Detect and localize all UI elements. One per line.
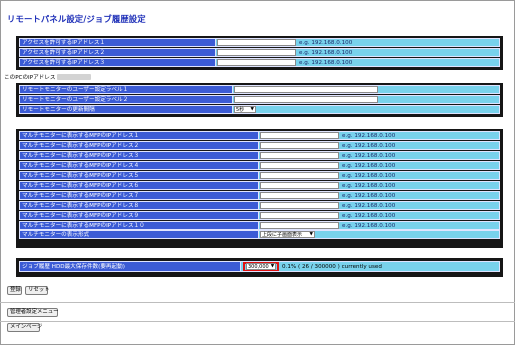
multi-monitor-ip-input[interactable] [260, 182, 339, 189]
access-ip-input-1[interactable] [217, 39, 296, 46]
multi-monitor-ip-row: マルチモニターに表示するMFPのIPアドレス８ e.g. 192.168.0.10… [19, 201, 500, 210]
access-ip-panel: アクセスを許可するIPアドレス１ e.g. 192.168.0.100 アクセス… [16, 36, 503, 70]
multi-monitor-ip-input[interactable] [260, 142, 339, 149]
remote-monitor-panel: リモートモニターのユーザー設定ラベル１ リモートモニターのユーザー設定ラベル２ … [16, 83, 503, 117]
multi-monitor-ip-example: e.g. 192.168.0.100 [342, 212, 396, 219]
multi-monitor-ip-row: マルチモニターに表示するMFPのIPアドレス１０ e.g. 192.168.0.1… [19, 221, 500, 230]
multi-monitor-ip-example: e.g. 192.168.0.100 [342, 132, 396, 139]
page-title: リモートパネル設定/ジョブ履歴設定 [7, 14, 146, 24]
multi-monitor-ip-row: マルチモニターに表示するMFPのIPアドレス７ e.g. 192.168.0.10… [19, 191, 500, 200]
multi-monitor-ip-row: マルチモニターに表示するMFPのIPアドレス２ e.g. 192.168.0.10… [19, 141, 500, 150]
remote-monitor-label2-row: リモートモニターのユーザー設定ラベル２ [19, 95, 500, 104]
multi-monitor-display-row: マルチモニターの表示形式 上段に子画面表示 ▼ [19, 230, 500, 239]
multi-monitor-panel: マルチモニターに表示するMFPのIPアドレス１ e.g. 192.168.0.10… [16, 129, 503, 248]
pc-ip-line: このPCのIPアドレス [4, 73, 92, 81]
remote-monitor-interval-row: リモートモニターの更新間隔 5秒 ▼ [19, 105, 500, 114]
job-history-row: ジョブ履歴 HDD最大保存件数(要再起動) 300,000 ▼ 0.1% ( 2… [19, 261, 500, 272]
multi-monitor-ip-example: e.g. 192.168.0.100 [342, 202, 396, 209]
main-page-button[interactable]: メインページ [7, 323, 42, 332]
multi-monitor-ip-label: マルチモニターに表示するMFPのIPアドレス５ [19, 171, 258, 180]
multi-monitor-ip-label: マルチモニターに表示するMFPのIPアドレス６ [19, 181, 258, 190]
chevron-down-icon: ▼ [250, 107, 254, 112]
remote-monitor-label1-input[interactable] [234, 86, 378, 93]
multi-monitor-ip-row: マルチモニターに表示するMFPのIPアドレス４ e.g. 192.168.0.10… [19, 161, 500, 170]
access-ip-label-1: アクセスを許可するIPアドレス１ [19, 38, 215, 47]
access-ip-example-3: e.g. 192.168.0.100 [299, 59, 353, 66]
multi-monitor-ip-input[interactable] [260, 192, 339, 199]
multi-monitor-ip-row: マルチモニターに表示するMFPのIPアドレス５ e.g. 192.168.0.10… [19, 171, 500, 180]
multi-monitor-ip-label: マルチモニターに表示するMFPのIPアドレス８ [19, 201, 258, 210]
access-ip-label-2: アクセスを許可するIPアドレス２ [19, 48, 215, 57]
remote-monitor-interval-value: 5秒 [236, 107, 245, 113]
multi-monitor-ip-input[interactable] [260, 212, 339, 219]
multi-monitor-ip-row: マルチモニターに表示するMFPのIPアドレス３ e.g. 192.168.0.10… [19, 151, 500, 160]
job-history-max-value: 300,000 [248, 263, 269, 270]
multi-monitor-ip-example: e.g. 192.168.0.100 [342, 192, 396, 199]
job-history-max-select[interactable]: 300,000 ▼ [246, 263, 276, 270]
access-ip-row-3: アクセスを許可するIPアドレス３ e.g. 192.168.0.100 [19, 58, 500, 67]
multi-monitor-ip-input[interactable] [260, 162, 339, 169]
remote-monitor-interval-label: リモートモニターの更新間隔 [19, 105, 232, 114]
access-ip-row-1: アクセスを許可するIPアドレス１ e.g. 192.168.0.100 [19, 38, 500, 47]
job-history-panel: ジョブ履歴 HDD最大保存件数(要再起動) 300,000 ▼ 0.1% ( 2… [16, 258, 503, 277]
multi-monitor-ip-label: マルチモニターに表示するMFPのIPアドレス４ [19, 161, 258, 170]
remote-monitor-interval-select[interactable]: 5秒 ▼ [234, 106, 256, 113]
divider [0, 302, 515, 303]
multi-monitor-ip-label: マルチモニターに表示するMFPのIPアドレス１ [19, 131, 258, 140]
multi-monitor-ip-example: e.g. 192.168.0.100 [342, 142, 396, 149]
multi-monitor-display-label: マルチモニターの表示形式 [19, 230, 258, 239]
multi-monitor-ip-input[interactable] [260, 202, 339, 209]
remote-monitor-label2-label: リモートモニターのユーザー設定ラベル２ [19, 95, 232, 104]
multi-monitor-ip-example: e.g. 192.168.0.100 [342, 222, 396, 229]
multi-monitor-display-select[interactable]: 上段に子画面表示 ▼ [260, 231, 315, 238]
job-history-usage: 0.1% ( 26 / 300000 ) currently used [282, 263, 382, 270]
multi-monitor-ip-example: e.g. 192.168.0.100 [342, 172, 396, 179]
job-history-label: ジョブ履歴 HDD最大保存件数(要再起動) [19, 261, 240, 272]
remote-monitor-label1-row: リモートモニターのユーザー設定ラベル１ [19, 85, 500, 94]
multi-monitor-ip-label: マルチモニターに表示するMFPのIPアドレス３ [19, 151, 258, 160]
multi-monitor-ip-row: マルチモニターに表示するMFPのIPアドレス１ e.g. 192.168.0.10… [19, 131, 500, 140]
multi-monitor-display-value: 上段に子画面表示 [262, 232, 303, 238]
access-ip-example-2: e.g. 192.168.0.100 [299, 49, 353, 56]
multi-monitor-ip-example: e.g. 192.168.0.100 [342, 182, 396, 189]
multi-monitor-ip-input[interactable] [260, 222, 339, 229]
job-history-select-highlight: 300,000 ▼ [243, 262, 279, 271]
register-button[interactable]: 登録 [7, 286, 22, 295]
multi-monitor-ip-input[interactable] [260, 152, 339, 159]
chevron-down-icon: ▼ [270, 264, 275, 269]
multi-monitor-ip-label: マルチモニターに表示するMFPのIPアドレス２ [19, 141, 258, 150]
multi-monitor-ip-label: マルチモニターに表示するMFPのIPアドレス７ [19, 191, 258, 200]
multi-monitor-ip-label: マルチモニターに表示するMFPのIPアドレス１０ [19, 221, 258, 230]
multi-monitor-ip-example: e.g. 192.168.0.100 [342, 162, 396, 169]
access-ip-input-2[interactable] [217, 49, 296, 56]
multi-monitor-ip-input[interactable] [260, 172, 339, 179]
access-ip-example-1: e.g. 192.168.0.100 [299, 39, 353, 46]
remote-monitor-label1-label: リモートモニターのユーザー設定ラベル１ [19, 85, 232, 94]
access-ip-label-3: アクセスを許可するIPアドレス３ [19, 58, 215, 67]
access-ip-row-2: アクセスを許可するIPアドレス２ e.g. 192.168.0.100 [19, 48, 500, 57]
remote-monitor-label2-input[interactable] [234, 96, 378, 103]
divider [0, 321, 515, 322]
admin-menu-button[interactable]: 管理者設定メニュー [7, 308, 59, 317]
multi-monitor-ip-example: e.g. 192.168.0.100 [342, 152, 396, 159]
pc-ip-label: このPCのIPアドレス [4, 75, 56, 81]
multi-monitor-ip-row: マルチモニターに表示するMFPのIPアドレス６ e.g. 192.168.0.10… [19, 181, 500, 190]
multi-monitor-ip-row: マルチモニターに表示するMFPのIPアドレス９ e.g. 192.168.0.10… [19, 211, 500, 220]
multi-monitor-ip-input[interactable] [260, 132, 339, 139]
pc-ip-value-redacted [57, 74, 92, 80]
access-ip-input-3[interactable] [217, 59, 296, 66]
multi-monitor-ip-label: マルチモニターに表示するMFPのIPアドレス９ [19, 211, 258, 220]
reset-button[interactable]: リセット [25, 286, 50, 295]
chevron-down-icon: ▼ [309, 232, 313, 237]
